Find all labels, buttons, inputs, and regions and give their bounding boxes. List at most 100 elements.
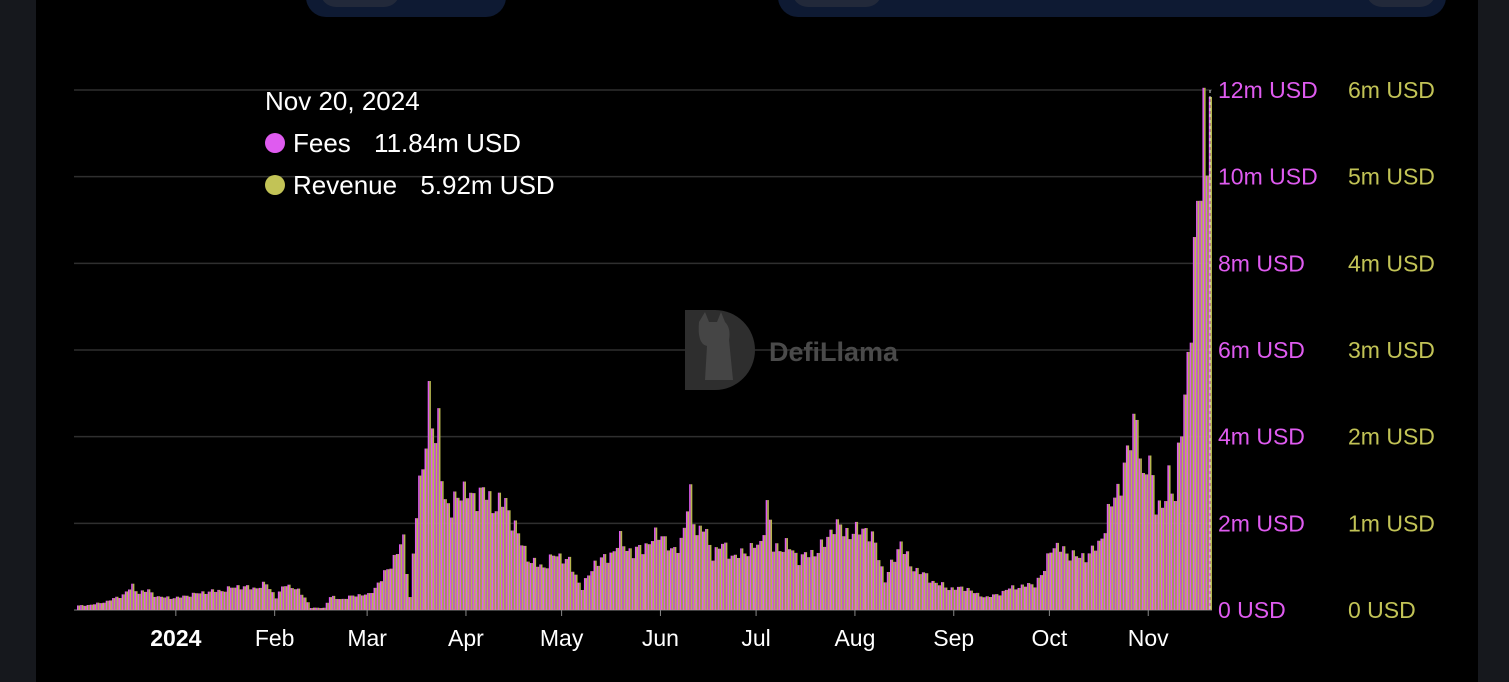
revenue-bar[interactable] [588,575,591,610]
fees-bar[interactable] [765,500,768,610]
fees-bar[interactable] [1132,413,1134,610]
fees-bar[interactable] [389,568,392,610]
revenue-bar[interactable] [186,595,189,610]
revenue-bar[interactable] [231,587,234,610]
fees-bar[interactable] [1058,551,1061,610]
fees-bar[interactable] [835,519,838,610]
fees-bar[interactable] [564,559,567,610]
revenue-bar[interactable] [145,591,148,610]
revenue-bar[interactable] [725,542,728,610]
fees-bar[interactable] [995,594,997,610]
revenue-bar[interactable] [961,586,964,610]
fees-bar[interactable] [784,538,787,610]
fees-bar[interactable] [756,544,758,610]
fees-bar[interactable] [762,535,765,610]
fees-bar[interactable] [478,487,481,610]
revenue-bar[interactable] [464,481,466,610]
fees-bar[interactable] [1078,557,1080,610]
revenue-bar[interactable] [1028,583,1031,610]
fees-bar[interactable] [89,604,92,610]
fees-bar[interactable] [265,584,267,610]
revenue-bar[interactable] [566,559,568,610]
fees-bar[interactable] [988,597,991,610]
fees-bar[interactable] [539,564,541,610]
fees-bar[interactable] [708,544,710,610]
revenue-bar[interactable] [403,534,406,610]
revenue-bar[interactable] [123,594,125,610]
fees-bar[interactable] [421,469,423,610]
fees-bar[interactable] [296,588,299,610]
revenue-bar[interactable] [595,560,597,610]
revenue-bar[interactable] [1178,442,1181,610]
fees-bar[interactable] [459,500,462,610]
revenue-bar[interactable] [980,596,983,610]
revenue-bar[interactable] [161,596,164,610]
revenue-bar[interactable] [677,552,680,610]
revenue-bar[interactable] [285,586,288,610]
fees-bar[interactable] [928,582,930,610]
revenue-bar[interactable] [697,535,699,610]
revenue-bar[interactable] [362,595,364,610]
revenue-bar[interactable] [923,572,926,610]
revenue-bar[interactable] [180,597,183,610]
revenue-bar[interactable] [897,549,900,610]
revenue-bar[interactable] [1105,533,1107,610]
fees-bar[interactable] [851,533,854,610]
fees-bar[interactable] [1017,587,1020,610]
revenue-bar[interactable] [406,574,409,610]
fees-bar[interactable] [1176,442,1179,610]
fees-bar[interactable] [236,585,239,610]
revenue-bar[interactable] [432,428,435,610]
fees-bar[interactable] [230,587,232,610]
fees-bar[interactable] [893,561,895,610]
fees-bar[interactable] [915,567,918,610]
fees-bar[interactable] [1094,550,1096,610]
fees-bar[interactable] [842,536,844,610]
revenue-bar[interactable] [413,553,415,610]
fees-bar[interactable] [268,589,270,610]
fees-bar[interactable] [705,528,707,610]
fees-bar[interactable] [147,589,149,610]
fees-bar[interactable] [912,571,914,610]
fees-bar[interactable] [1020,584,1023,610]
fees-bar[interactable] [516,533,519,610]
fees-bar[interactable] [1145,474,1147,610]
revenue-bar[interactable] [1082,553,1085,610]
fees-bar[interactable] [998,595,1000,610]
revenue-bar[interactable] [719,548,722,610]
revenue-bar[interactable] [1063,546,1066,610]
revenue-bar[interactable] [483,487,486,610]
revenue-bar[interactable] [489,491,492,610]
revenue-bar[interactable] [700,525,702,610]
fees-bar[interactable] [529,563,532,610]
fees-bar[interactable] [772,551,774,610]
revenue-bar[interactable] [741,548,744,610]
revenue-bar[interactable] [550,554,553,610]
revenue-bar[interactable] [193,592,195,610]
revenue-bar[interactable] [757,544,760,610]
revenue-bar[interactable] [263,581,266,610]
fees-bar[interactable] [1122,462,1125,610]
fees-bar[interactable] [1097,540,1099,610]
revenue-bar[interactable] [1159,500,1161,610]
revenue-bar[interactable] [1133,413,1136,610]
revenue-bar[interactable] [617,547,619,610]
revenue-bar[interactable] [129,589,132,610]
fees-bar[interactable] [676,552,678,610]
fees-bar[interactable] [571,571,573,610]
fees-bar[interactable] [472,493,474,610]
revenue-bar[interactable] [515,520,517,610]
revenue-bar[interactable] [1073,550,1075,610]
fees-bar[interactable] [414,518,417,610]
revenue-bar[interactable] [505,498,508,610]
revenue-bar[interactable] [461,500,463,610]
fees-bar[interactable] [281,586,283,610]
revenue-bar[interactable] [499,492,502,610]
revenue-bar[interactable] [477,511,479,610]
revenue-bar[interactable] [1130,450,1133,610]
revenue-bar[interactable] [840,524,843,610]
fees-bar[interactable] [520,545,522,610]
fees-bar[interactable] [816,552,819,610]
fees-bar[interactable] [902,554,905,610]
revenue-bar[interactable] [875,542,878,610]
